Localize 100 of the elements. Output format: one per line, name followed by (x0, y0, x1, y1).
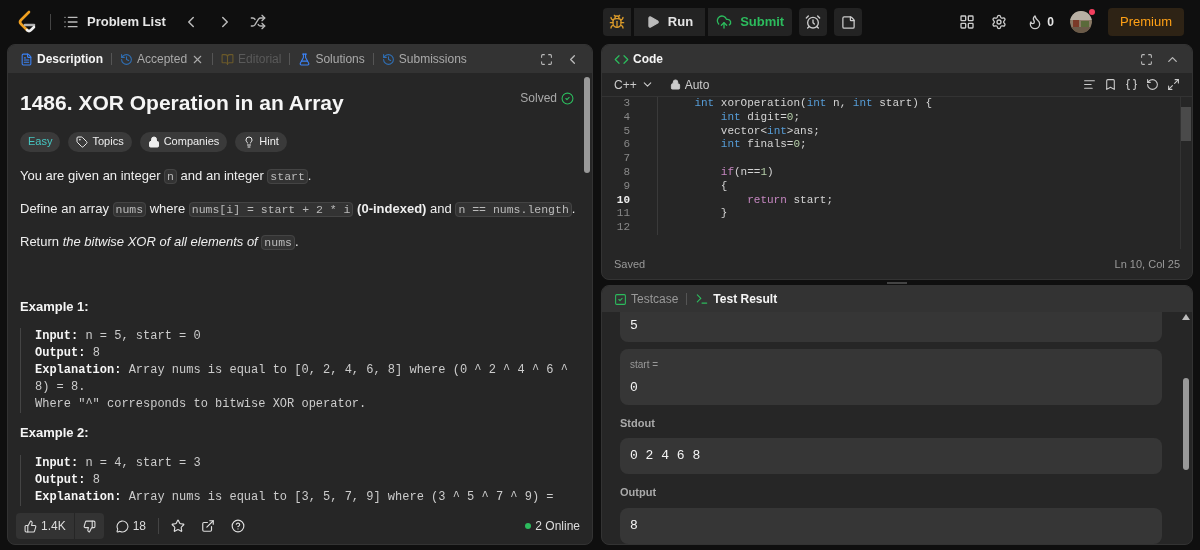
line-number: 10 (615, 193, 631, 208)
maximize-icon[interactable] (540, 52, 553, 66)
code-line: { (719, 179, 728, 194)
tag-icon (76, 135, 89, 148)
example-line: Input: n = 5, start = 0 (35, 328, 202, 345)
difficulty-badge: Easy (20, 131, 61, 152)
comments-button[interactable]: 18 (115, 517, 147, 535)
example-line: Output: 8 (35, 471, 101, 489)
lock-icon (147, 135, 160, 148)
example-line: Output: 8 (35, 345, 101, 362)
check-circle-icon (561, 91, 574, 105)
example-line: Explanation: Array nums is equal to [0, 2, 4, 6, 8] where (0 ^ 2 ^ 4 ^ 6 ^ 8) = 8. (35, 362, 568, 396)
maximize-icon[interactable] (1140, 52, 1153, 66)
reset-icon[interactable] (1146, 78, 1159, 91)
example-line: Input: n = 4, start = 3 (35, 454, 202, 472)
example-line: Explanation: Array nums is equal to [3, 5, 7, 9] where (3 ^ 5 ^ 7 ^ 9) = (35, 488, 555, 506)
example-line: Where "^" corresponds to bitwise XOR operator. (35, 396, 368, 413)
dislike-icon[interactable] (82, 519, 96, 533)
line-number: 4 (622, 110, 631, 125)
expand-icon[interactable] (1167, 78, 1180, 91)
description-paragraph: Define an array nums where nums[i] = start + 2 * i (0-indexed) and n == nums.length . (20, 199, 577, 219)
help-icon[interactable] (231, 519, 246, 533)
code-line: return start; (746, 193, 834, 208)
logo-icon[interactable] (16, 10, 38, 34)
hint-button[interactable]: Hint (235, 131, 287, 152)
document-icon (20, 52, 33, 66)
panel-tab[interactable]: Solutions (298, 50, 365, 68)
code-line: if(n==1) (719, 166, 774, 180)
lightbulb-icon (243, 135, 256, 148)
braces-icon[interactable] (1125, 78, 1138, 91)
submit-button[interactable]: Submit (708, 8, 793, 36)
save-status: Saved (614, 256, 646, 272)
scrollbar-thumb[interactable] (1183, 378, 1189, 470)
language-select[interactable]: C++ (614, 75, 654, 94)
input-value: 0 (630, 379, 639, 397)
share-icon[interactable] (201, 519, 216, 533)
example-title: Example 2: (20, 424, 90, 442)
code-line: } (719, 207, 728, 222)
bug-icon (608, 14, 625, 30)
alarm-clock-icon (805, 14, 822, 30)
code-line: vector<int>ans; (719, 124, 820, 139)
code-line: int finals=0; (719, 138, 807, 153)
history-icon (120, 52, 133, 66)
panel-title: Code (633, 51, 663, 68)
premium-button[interactable]: Premium (1108, 8, 1184, 36)
output-value: 8 (630, 516, 638, 535)
bookmark-icon[interactable] (1104, 78, 1117, 91)
section-title: Output (620, 485, 658, 500)
format-icon[interactable] (1083, 78, 1096, 91)
panel-tab[interactable]: Accepted (120, 50, 188, 68)
panel-tab[interactable]: Description (20, 50, 103, 68)
panel-tab[interactable]: Testcase (614, 290, 679, 308)
book-icon (221, 52, 235, 66)
timer-button[interactable] (799, 8, 828, 36)
section-title: Stdout (620, 415, 656, 431)
scroll-up-icon[interactable] (1182, 314, 1190, 320)
note-icon (840, 14, 856, 30)
checkbox-icon (614, 292, 627, 306)
run-button[interactable]: Run (633, 8, 706, 36)
panel-tab[interactable]: Submissions (381, 50, 467, 68)
line-number: 3 (622, 97, 631, 111)
play-icon (645, 15, 660, 29)
output-value: 0 2 4 6 8 (630, 447, 701, 466)
star-icon[interactable] (171, 519, 186, 533)
lock-icon (669, 79, 681, 90)
problem-title: 1486. XOR Operation in an Array (20, 90, 344, 116)
line-number: 11 (615, 207, 631, 222)
line-number: 8 (622, 166, 631, 180)
solved-status: Solved (520, 90, 557, 107)
history-icon (381, 52, 395, 66)
notes-button[interactable] (834, 8, 863, 36)
scrollbar-thumb[interactable] (1181, 107, 1191, 141)
code-line: int digit=0; (719, 110, 801, 125)
cursor-position: Ln 10, Col 25 (1114, 256, 1180, 272)
debug-button[interactable] (602, 8, 631, 36)
line-number: 12 (615, 221, 631, 235)
line-number: 7 (622, 152, 631, 166)
settings-icon[interactable] (991, 14, 1008, 30)
streak-count: 0 (1047, 14, 1054, 31)
panel-tab[interactable]: Test Result (695, 290, 778, 308)
companies-button[interactable]: Companies (139, 131, 228, 152)
topics-button[interactable]: Topics (68, 131, 132, 152)
upload-icon (716, 14, 733, 30)
input-label: start = (630, 358, 660, 372)
comment-icon (115, 519, 129, 533)
online-count: 2 Online (535, 518, 580, 535)
flask-icon (298, 52, 312, 66)
shuffle-icon[interactable] (249, 14, 266, 30)
scrollbar-thumb[interactable] (584, 77, 590, 173)
list-icon (63, 14, 79, 30)
input-value: 5 (630, 318, 638, 333)
line-number: 6 (622, 138, 631, 153)
mode-label: Auto (684, 76, 710, 94)
line-number: 9 (622, 179, 631, 194)
terminal-icon (695, 292, 710, 306)
description-paragraph: Return the bitwise XOR of all elements of nums . (20, 232, 300, 252)
code-line: int xorOperation(int n, int start) { (693, 97, 933, 111)
grid-icon[interactable] (959, 14, 976, 30)
problem-list-link[interactable]: Problem List (63, 12, 166, 32)
line-number: 5 (622, 124, 631, 139)
